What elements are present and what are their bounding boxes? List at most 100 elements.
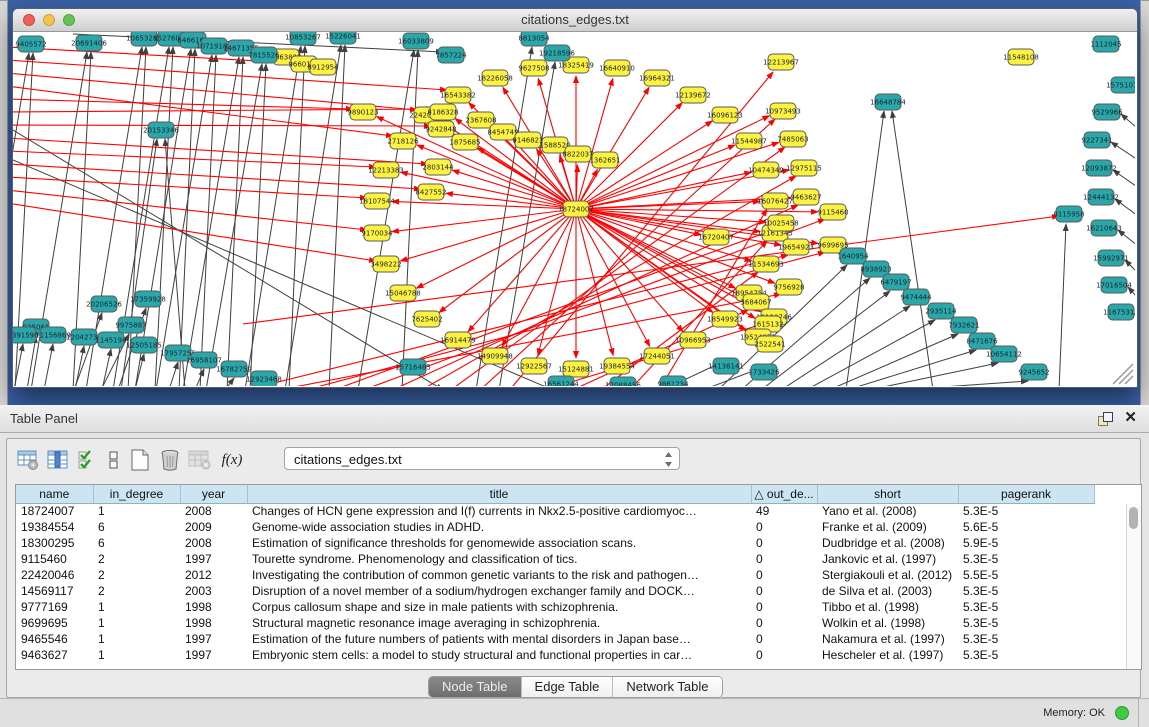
- graph-node[interactable]: 8813054: [518, 32, 550, 46]
- graph-node[interactable]: 11548108: [1003, 49, 1039, 65]
- graph-node[interactable]: 9242848: [425, 121, 456, 137]
- graph-node[interactable]: 11544987: [731, 133, 767, 149]
- graph-node[interactable]: 20691406: [71, 35, 107, 51]
- graph-node[interactable]: 9463627: [790, 189, 821, 205]
- graph-node[interactable]: 15751074: [1106, 77, 1135, 93]
- graph-node[interactable]: 9890123: [347, 104, 378, 120]
- graph-node[interactable]: 2935114: [925, 303, 957, 319]
- graph-node[interactable]: 12213967: [763, 54, 799, 70]
- graph-node[interactable]: 9227341: [1081, 132, 1112, 148]
- graph-node[interactable]: 7485063: [777, 131, 808, 147]
- graph-node[interactable]: 2522541: [754, 336, 785, 352]
- graph-node[interactable]: 3498222: [370, 256, 401, 272]
- graph-node[interactable]: 15716485: [395, 359, 431, 375]
- graph-node[interactable]: 8427552: [415, 184, 446, 200]
- graph-node[interactable]: 15046788: [385, 285, 421, 301]
- create-column-icon[interactable]: [125, 446, 155, 474]
- tab-network-table[interactable]: Network Table: [613, 677, 721, 697]
- graph-node[interactable]: 9405572: [15, 36, 46, 52]
- graph-node[interactable]: 1875685: [449, 134, 480, 150]
- graph-node[interactable]: 9756928: [773, 279, 804, 295]
- graph-node[interactable]: 17016504: [1096, 277, 1132, 293]
- graph-node[interactable]: 10654112: [986, 346, 1022, 362]
- network-window-titlebar[interactable]: citations_edges.txt: [13, 9, 1137, 32]
- graph-node[interactable]: 1362651: [589, 152, 620, 168]
- column-header-in_degree[interactable]: in_degree: [93, 485, 180, 503]
- table-row[interactable]: 1456911722003Disruption of a novel membe…: [16, 583, 1094, 599]
- function-builder-icon[interactable]: f(x): [215, 452, 249, 469]
- graph-node[interactable]: 10474349: [748, 162, 784, 178]
- graph-node[interactable]: 12975115: [786, 160, 822, 176]
- scrollbar-thumb[interactable]: [1129, 507, 1138, 529]
- table-row[interactable]: 969969511998Structural magnetic resonanc…: [16, 615, 1094, 631]
- graph-node[interactable]: 9861234: [657, 376, 689, 386]
- resize-grip-icon[interactable]: [1113, 364, 1133, 384]
- graph-node[interactable]: 10853267: [285, 32, 321, 45]
- graph-node[interactable]: 18107544: [359, 193, 395, 209]
- graph-node[interactable]: 3684067: [740, 294, 771, 310]
- graph-node[interactable]: 16096123: [707, 107, 743, 123]
- graph-node[interactable]: 20153346: [143, 122, 179, 138]
- graph-node[interactable]: 11675312: [1103, 304, 1135, 320]
- graph-node[interactable]: 19654923: [778, 239, 814, 255]
- graph-node[interactable]: 1145194: [95, 332, 127, 348]
- graph-node[interactable]: 18226058: [477, 70, 513, 86]
- graph-node[interactable]: 12923468: [246, 371, 282, 386]
- graph-node[interactable]: 12213383: [368, 162, 404, 178]
- graph-node[interactable]: 7815526: [248, 47, 280, 63]
- table-row[interactable]: 1938455462009Genome-wide association stu…: [16, 519, 1094, 535]
- graph-node[interactable]: 15124881: [558, 361, 594, 377]
- graph-node[interactable]: 20206526: [86, 296, 122, 312]
- column-header-title[interactable]: title: [247, 485, 751, 503]
- graph-node[interactable]: 14909948: [477, 348, 513, 364]
- graph-node[interactable]: 1112045: [1090, 36, 1121, 52]
- graph-node[interactable]: 18724007: [558, 201, 594, 217]
- graph-node[interactable]: 16964321: [639, 70, 675, 86]
- table-row[interactable]: 911546021997Tourette syndrome. Phenomeno…: [16, 551, 1094, 567]
- table-row[interactable]: 2242004622012Investigating the contribut…: [16, 567, 1094, 583]
- table-scrollbar[interactable]: [1126, 504, 1141, 669]
- graph-node[interactable]: 1733426: [748, 364, 780, 380]
- float-panel-icon[interactable]: [1098, 412, 1113, 426]
- graph-node[interactable]: 12093872: [1081, 160, 1117, 176]
- graph-node[interactable]: 11534693: [748, 256, 784, 272]
- graph-node[interactable]: 12139672: [675, 87, 711, 103]
- select-columns-icon[interactable]: [73, 446, 103, 474]
- table-row[interactable]: 1872400712008Changes of HCN gene express…: [16, 503, 1094, 519]
- graph-node[interactable]: 8186328: [427, 104, 458, 120]
- graph-node[interactable]: 17359928: [130, 291, 166, 307]
- graph-node[interactable]: 7625402: [411, 311, 442, 327]
- graph-node[interactable]: 17244051: [639, 348, 675, 364]
- graph-node[interactable]: 17088456: [605, 377, 641, 386]
- show-columns-icon[interactable]: [43, 446, 73, 474]
- graph-node[interactable]: 8115958: [1053, 206, 1084, 222]
- graph-node[interactable]: 15226041: [325, 32, 361, 44]
- graph-node[interactable]: 18549923: [707, 311, 743, 327]
- column-header-short[interactable]: short: [817, 485, 958, 503]
- graph-node[interactable]: 15992971: [1093, 250, 1129, 266]
- row-height-icon[interactable]: [103, 446, 125, 474]
- graph-node[interactable]: 16210643: [1086, 220, 1122, 236]
- graph-node[interactable]: 10025458: [763, 215, 799, 231]
- graph-node[interactable]: 10966953: [675, 332, 711, 348]
- graph-node[interactable]: 14136141: [708, 358, 744, 374]
- column-header-out_de[interactable]: △ out_de...: [751, 485, 817, 503]
- graph-node[interactable]: 8912954: [307, 59, 339, 75]
- close-panel-icon[interactable]: ✕: [1124, 410, 1137, 426]
- column-header-name[interactable]: name: [16, 485, 93, 503]
- column-header-pagerank[interactable]: pagerank: [958, 485, 1094, 503]
- graph-node[interactable]: 9245652: [1018, 364, 1049, 380]
- delete-columns-icon[interactable]: [155, 446, 185, 474]
- table-row[interactable]: 946554611997Estimation of the future num…: [16, 631, 1094, 647]
- table-row[interactable]: 946362711997Embryonic stem cells: a mode…: [16, 647, 1094, 663]
- graph-node[interactable]: 12922567: [516, 358, 552, 374]
- graph-node[interactable]: 2803144: [422, 159, 454, 175]
- graph-node[interactable]: 16914479: [440, 332, 476, 348]
- graph-node[interactable]: 19384554: [599, 358, 635, 374]
- graph-node[interactable]: 12444132: [1083, 189, 1119, 205]
- graph-node[interactable]: 9115460: [817, 204, 848, 220]
- graph-node[interactable]: 9627508: [518, 60, 549, 76]
- table-mode-icon[interactable]: [13, 446, 43, 474]
- graph-node[interactable]: 12505185: [126, 337, 162, 353]
- graph-node[interactable]: 2718126: [387, 133, 419, 149]
